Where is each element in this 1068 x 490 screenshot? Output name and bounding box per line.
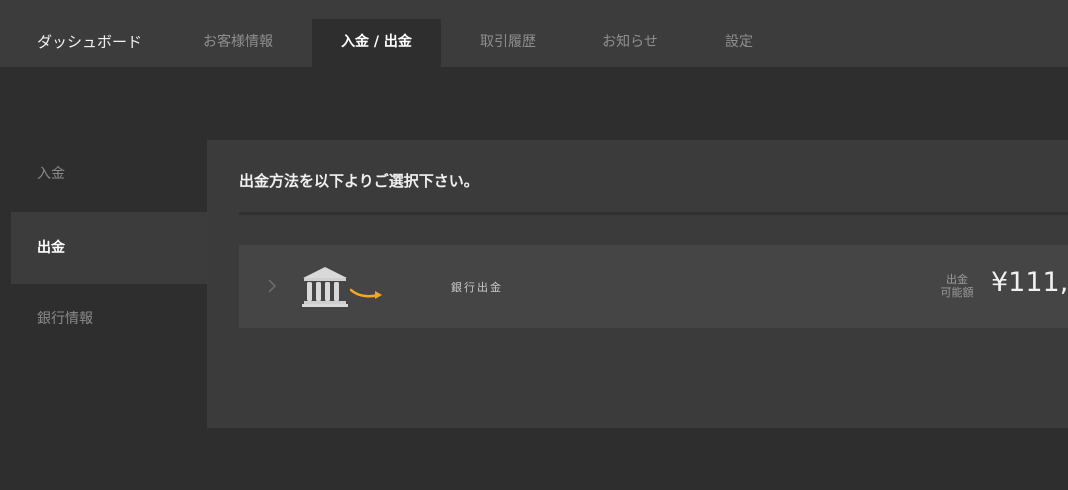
tab-dashboard[interactable]: ダッシュボード: [37, 19, 167, 67]
withdrawal-panel: 出金方法を以下よりご選択下さい。 銀行出金 出金 可能額 ¥111,: [207, 140, 1068, 428]
sidebar-item-deposit[interactable]: 入金: [11, 138, 207, 210]
method-label: 銀行出金: [451, 281, 503, 294]
tab-deposit-withdrawal[interactable]: 入金 / 出金: [312, 19, 441, 67]
bank-withdrawal-option[interactable]: 銀行出金 出金 可能額 ¥111,2: [239, 245, 1068, 328]
tab-settings[interactable]: 設定: [709, 19, 769, 67]
curved-arrow-icon: [349, 288, 382, 299]
available-balance-label-line1: 出金: [946, 273, 968, 286]
chevron-right-icon: [268, 279, 277, 293]
top-nav: ダッシュボード お客様情報 入金 / 出金 取引履歴 お知らせ 設定: [0, 0, 1068, 67]
tab-notices[interactable]: お知らせ: [586, 19, 674, 67]
available-balance-label: 出金 可能額: [937, 273, 977, 299]
bank-icon: [302, 267, 382, 307]
tab-transaction-history[interactable]: 取引履歴: [464, 19, 552, 67]
panel-divider: [239, 212, 1068, 215]
available-balance-amount: ¥111,2: [991, 267, 1068, 298]
tab-customer-info[interactable]: お客様情報: [190, 19, 286, 67]
sidebar-item-bank-info[interactable]: 銀行情報: [11, 283, 207, 355]
panel-title: 出金方法を以下よりご選択下さい。: [239, 172, 479, 190]
available-balance-label-line2: 可能額: [940, 286, 974, 299]
sidebar-item-withdrawal[interactable]: 出金: [11, 212, 207, 284]
